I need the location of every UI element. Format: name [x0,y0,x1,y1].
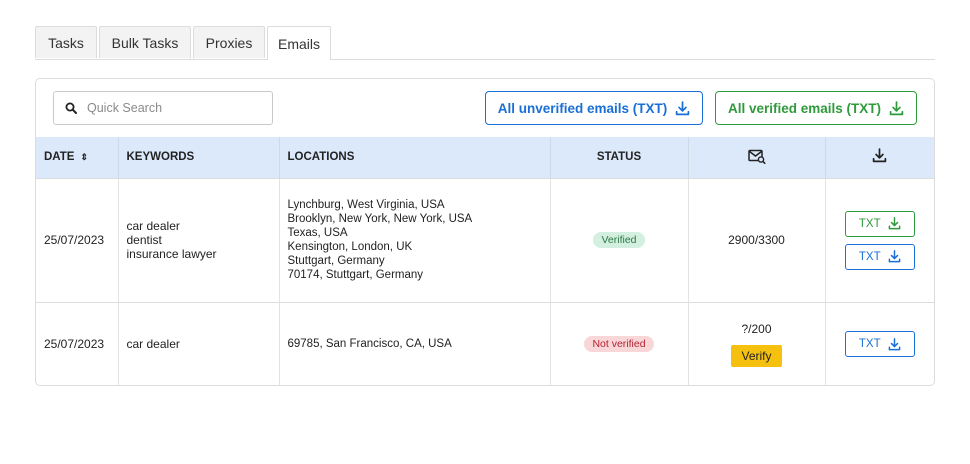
header-locations: LOCATIONS [279,137,551,178]
search-icon [65,102,77,114]
header-status: STATUS [550,137,689,178]
cell-date: 25/07/2023 [36,301,119,385]
status-badge: Not verified [584,336,654,353]
cell-locations: 69785, San Francisco, CA, USA [279,301,551,385]
keyword: dentist [126,233,162,247]
tab-bulk-tasks[interactable]: Bulk Tasks [99,26,191,58]
download-unverified-txt-button[interactable]: TXT [844,243,915,270]
download-verified-txt-button[interactable]: TXT [844,210,915,237]
header-date[interactable]: DATE ⇕ [36,137,119,178]
tab-bar: Tasks Bulk Tasks Proxies Emails [35,26,935,60]
table-row: 25/07/2023 car dealer dentist insurance … [36,177,934,302]
cell-emails: ?/200 Verify [688,301,826,385]
header-label: DATE [44,151,75,164]
cell-downloads: TXT [825,301,934,385]
download-icon [873,148,887,163]
cell-status: Verified [550,177,689,302]
search-input[interactable] [87,101,247,115]
keyword: insurance lawyer [126,247,217,261]
tab-label: Emails [277,35,320,52]
location: Brooklyn, New York, New York, USA [287,213,473,225]
tab-tasks[interactable]: Tasks [35,26,97,58]
download-icon [889,100,904,115]
tab-label: Tasks [48,34,84,51]
cell-downloads: TXT TXT [825,177,934,302]
tab-emails[interactable]: Emails [267,26,331,60]
button-label: All verified emails (TXT) [727,100,882,116]
verify-button[interactable]: Verify [731,344,782,367]
header-emails [688,137,826,178]
tab-label: Proxies [205,34,253,51]
table-header-row: DATE ⇕ KEYWORDS LOCATIONS STATUS [36,137,934,178]
table-row: 25/07/2023 car dealer 69785, San Francis… [36,301,934,385]
sort-icon[interactable]: ⇕ [80,152,88,162]
download-icon [888,217,900,230]
button-label: All unverified emails (TXT) [497,100,668,116]
button-label: TXT [858,338,881,351]
button-label: TXT [858,217,881,230]
download-all-unverified-button[interactable]: All unverified emails (TXT) [485,91,703,125]
mail-search-icon [747,149,766,164]
header-download [825,137,934,178]
location: Stuttgart, Germany [287,255,385,267]
keyword: car dealer [126,219,180,233]
download-icon [676,100,690,115]
email-count: ?/200 [741,321,772,336]
download-icon [888,337,900,351]
header-keywords: KEYWORDS [118,137,280,178]
tab-proxies[interactable]: Proxies [193,26,265,58]
cell-keywords: car dealer dentist insurance lawyer [118,177,280,302]
search-box[interactable] [53,91,273,125]
cell-emails: 2900/3300 [688,177,826,302]
button-label: TXT [858,250,881,263]
emails-panel: All unverified emails (TXT) All verified… [35,78,935,386]
download-icon [888,250,900,263]
download-all-verified-button[interactable]: All verified emails (TXT) [715,91,917,125]
location: 70174, Stuttgart, Germany [287,269,424,281]
location: Kensington, London, UK [287,241,413,253]
cell-locations: Lynchburg, West Virginia, USA Brooklyn, … [279,177,551,302]
tab-label: Bulk Tasks [111,34,179,51]
location: Lynchburg, West Virginia, USA [287,199,445,211]
download-unverified-txt-button[interactable]: TXT [844,331,915,358]
location: Texas, USA [287,227,348,239]
cell-status: Not verified [550,301,689,385]
cell-keywords: car dealer [118,301,280,385]
status-badge: Verified [593,232,645,248]
emails-table: DATE ⇕ KEYWORDS LOCATIONS STATUS 25/07/2… [36,137,934,385]
cell-date: 25/07/2023 [36,177,119,302]
